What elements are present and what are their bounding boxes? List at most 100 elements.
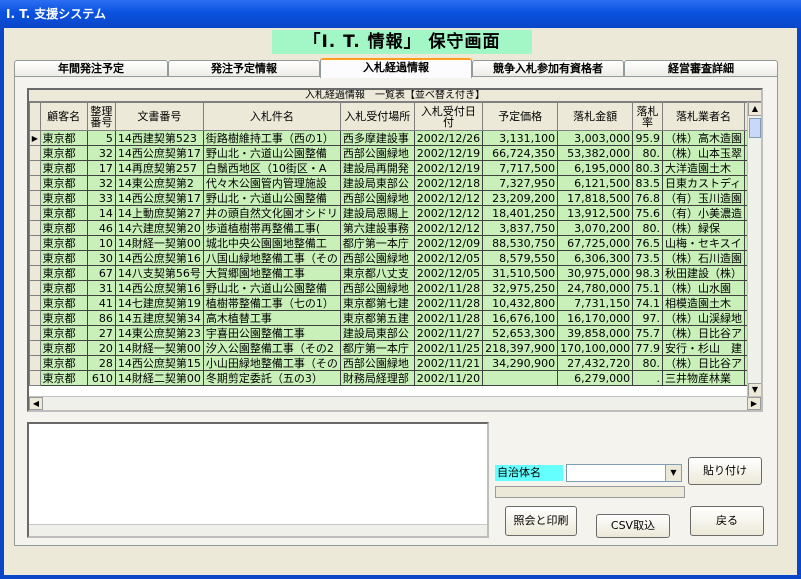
header-doc-no[interactable]: 文書番号: [114, 102, 204, 131]
cell-subject[interactable]: 植樹帯整備工事（七の1）: [202, 295, 341, 311]
cell-winner[interactable]: 日東カストディ: [661, 175, 745, 191]
cell-doc-no[interactable]: 14西公庶契第15: [114, 355, 204, 371]
cell-doc-no[interactable]: 14上動庶契第27: [114, 205, 204, 221]
cell-customer[interactable]: 東京都: [39, 235, 88, 251]
cell-location[interactable]: 西部公園緑地: [339, 145, 415, 161]
cell-customer[interactable]: 東京都: [39, 325, 88, 341]
cell-ref-no[interactable]: 32: [86, 145, 116, 161]
table-row[interactable]: 東京都 14 14上動庶契第27 井の頭自然文化園オシドリ 建設局恩賜上 2002/12/…: [29, 205, 761, 221]
scroll-right-icon[interactable]: ▶: [747, 397, 761, 410]
cell-location[interactable]: 財務局経理部: [339, 370, 415, 386]
cell-rate[interactable]: 83.5: [632, 175, 663, 191]
cell-location[interactable]: 東京都第五建: [339, 310, 415, 326]
cell-date[interactable]: 2002/11/28: [413, 295, 484, 311]
cell-location[interactable]: 建設局再開発: [339, 160, 415, 176]
cell-rate[interactable]: .: [632, 370, 663, 386]
cell-ref-no[interactable]: 46: [86, 220, 116, 236]
cell-customer[interactable]: 東京都: [39, 280, 88, 296]
cell-ref-no[interactable]: 20: [86, 340, 116, 356]
cell-date[interactable]: 2002/11/28: [413, 310, 484, 326]
cell-subject[interactable]: 歩道植樹帯再整備工事(: [202, 220, 341, 236]
cell-customer[interactable]: 東京都: [39, 190, 88, 206]
cell-ref-no[interactable]: 32: [86, 175, 116, 191]
row-selector[interactable]: [29, 250, 41, 266]
cell-winner[interactable]: 秋田建設（株）: [661, 265, 745, 281]
cell-subject[interactable]: 大賀郷園地整備工事: [202, 265, 341, 281]
table-row[interactable]: 東京都 32 14東公庶契第2 代々木公園管内管理施設 建設局東部公 2002/12/18…: [29, 175, 761, 191]
cell-doc-no[interactable]: 14再庶契第257: [114, 160, 204, 176]
row-selector-icon[interactable]: ▶: [29, 130, 41, 146]
cell-subject[interactable]: 小山田緑地整備工事（その: [202, 355, 341, 371]
cell-date[interactable]: 2002/12/19: [413, 145, 484, 161]
cell-subject[interactable]: 高木植替工事: [202, 310, 341, 326]
cell-subject[interactable]: 白鬚西地区（10街区・A: [202, 160, 341, 176]
cell-customer[interactable]: 東京都: [39, 130, 88, 146]
cell-winner[interactable]: （有）小美濃造: [661, 205, 745, 221]
cell-winner[interactable]: （株）日比谷ア: [661, 325, 745, 341]
grid-vertical-scrollbar[interactable]: ▲ ▼: [747, 102, 761, 397]
row-selector[interactable]: [29, 280, 41, 296]
cell-location[interactable]: 西多摩建設事: [339, 130, 415, 146]
row-selector[interactable]: [29, 235, 41, 251]
cell-ref-no[interactable]: 41: [86, 295, 116, 311]
cell-planned-price[interactable]: 7,717,500: [482, 160, 559, 176]
cell-date[interactable]: 2002/12/19: [413, 160, 484, 176]
cell-winner[interactable]: （有）玉川造園: [661, 190, 745, 206]
cell-rate[interactable]: 98.3: [632, 265, 663, 281]
inquiry-print-button[interactable]: 照会と印刷: [505, 506, 577, 536]
cell-rate[interactable]: 76.5: [632, 235, 663, 251]
cell-winning-amount[interactable]: 30,975,000: [557, 265, 634, 281]
cell-ref-no[interactable]: 31: [86, 280, 116, 296]
cell-rate[interactable]: 75.6: [632, 205, 663, 221]
cell-doc-no[interactable]: 14財経一契第00: [114, 235, 204, 251]
cell-customer[interactable]: 東京都: [39, 175, 88, 191]
cell-winning-amount[interactable]: 3,003,000: [557, 130, 634, 146]
table-row[interactable]: 東京都 86 14五建庶契第34 高木植替工事 東京都第五建 2002/11/28 16,6…: [29, 310, 761, 326]
tab-annual-order-plan[interactable]: 年間発注予定: [14, 60, 168, 77]
table-row[interactable]: 東京都 20 14財経一契第00 汐入公園整備工事（その2 都庁第一本庁 2002/11/…: [29, 340, 761, 356]
cell-winning-amount[interactable]: 24,780,000: [557, 280, 634, 296]
cell-rate[interactable]: 75.1: [632, 280, 663, 296]
memo-horizontal-scrollbar[interactable]: [29, 524, 487, 536]
scroll-thumb[interactable]: [749, 118, 761, 138]
cell-rate[interactable]: 80.: [632, 145, 663, 161]
cell-doc-no[interactable]: 14五建庶契第34: [114, 310, 204, 326]
cell-date[interactable]: 2002/11/20: [413, 370, 484, 386]
cell-ref-no[interactable]: 14: [86, 205, 116, 221]
cell-customer[interactable]: 東京都: [39, 205, 88, 221]
cell-date[interactable]: 2002/11/21: [413, 355, 484, 371]
cell-planned-price[interactable]: 32,975,250: [482, 280, 559, 296]
cell-winning-amount[interactable]: 6,279,000: [557, 370, 634, 386]
cell-date[interactable]: 2002/12/05: [413, 250, 484, 266]
row-selector[interactable]: [29, 190, 41, 206]
cell-rate[interactable]: 73.5: [632, 250, 663, 266]
tab-order-plan-info[interactable]: 発注予定情報: [168, 60, 320, 77]
cell-rate[interactable]: 95.9: [632, 130, 663, 146]
cell-doc-no[interactable]: 14東公庶契第2: [114, 175, 204, 191]
cell-date[interactable]: 2002/11/28: [413, 280, 484, 296]
cell-doc-no[interactable]: 14西公庶契第17: [114, 190, 204, 206]
table-row[interactable]: 東京都 27 14東公庶契第23 宇喜田公園整備工事 建設局東部公 2002/11/27 5…: [29, 325, 761, 341]
cell-planned-price[interactable]: 8,579,550: [482, 250, 559, 266]
cell-winner[interactable]: （株）日比谷ア: [661, 355, 745, 371]
header-winning-amount[interactable]: 落札金額: [557, 102, 634, 131]
cell-customer[interactable]: 東京都: [39, 310, 88, 326]
cell-location[interactable]: 東京都第七建: [339, 295, 415, 311]
cell-ref-no[interactable]: 5: [86, 130, 116, 146]
cell-location[interactable]: 都庁第一本庁: [339, 235, 415, 251]
cell-winning-amount[interactable]: 39,858,000: [557, 325, 634, 341]
cell-winning-amount[interactable]: 27,432,720: [557, 355, 634, 371]
cell-doc-no[interactable]: 14西公庶契第17: [114, 145, 204, 161]
table-row[interactable]: 東京都 46 14六建庶契第20 歩道植樹帯再整備工事(第六建設事務 2002/12/1…: [29, 220, 761, 236]
cell-ref-no[interactable]: 86: [86, 310, 116, 326]
table-row[interactable]: 東京都 17 14再庶契第257 白鬚西地区（10街区・A 建設局再開発 2002/12/…: [29, 160, 761, 176]
cell-customer[interactable]: 東京都: [39, 250, 88, 266]
cell-rate[interactable]: 75.7: [632, 325, 663, 341]
row-selector[interactable]: [29, 160, 41, 176]
cell-ref-no[interactable]: 67: [86, 265, 116, 281]
cell-location[interactable]: 建設局東部公: [339, 175, 415, 191]
cell-planned-price[interactable]: 18,401,250: [482, 205, 559, 221]
cell-rate[interactable]: 80.: [632, 355, 663, 371]
cell-doc-no[interactable]: 14七建庶契第19: [114, 295, 204, 311]
cell-subject[interactable]: 代々木公園管内管理施設: [202, 175, 341, 191]
